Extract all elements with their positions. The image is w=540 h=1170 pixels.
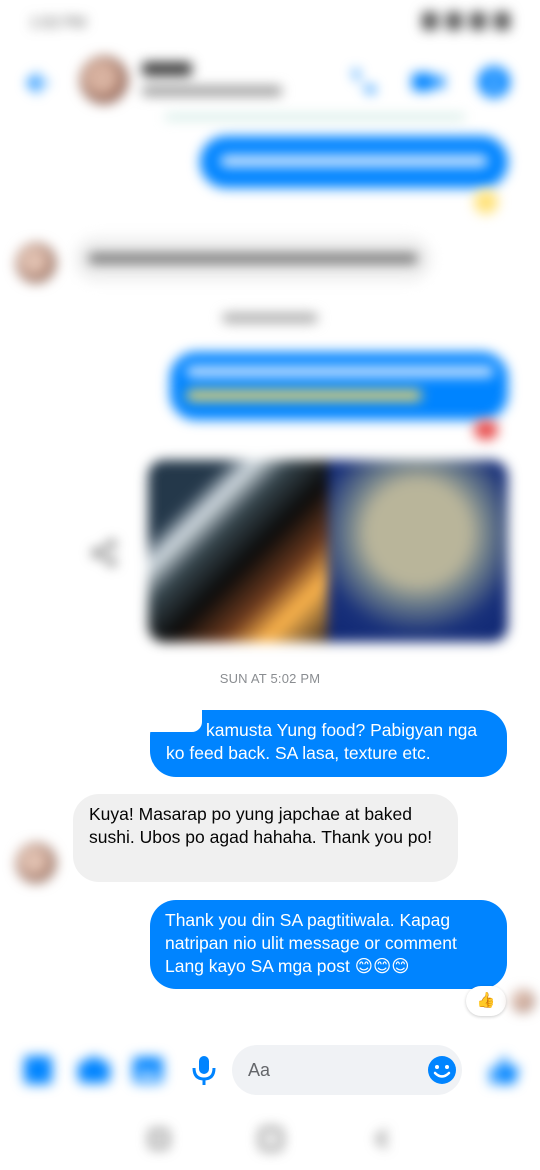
contact-name[interactable] <box>142 62 192 76</box>
sender-avatar[interactable] <box>16 843 56 883</box>
microphone-icon[interactable] <box>186 1052 222 1088</box>
message-incoming-blurred[interactable] <box>74 236 432 282</box>
timestamp-blurred <box>222 313 318 323</box>
system-nav-bar <box>0 1110 540 1170</box>
status-time: 1:02 PM <box>30 14 86 31</box>
chat-header <box>0 48 540 118</box>
like-thumb-icon[interactable] <box>486 1052 522 1088</box>
share-icon[interactable] <box>88 536 122 570</box>
emoji-icon[interactable] <box>426 1054 458 1086</box>
timestamp-divider: SUN AT 5:02 PM <box>219 671 321 686</box>
active-status <box>142 86 282 96</box>
apps-grid-icon[interactable] <box>20 1052 56 1088</box>
message-text: Thank you din SA pagtitiwala. Kapag natr… <box>165 910 457 976</box>
message-text: kamusta Yung food? Pabigyan nga ko feed … <box>166 720 478 763</box>
home-icon[interactable] <box>258 1126 284 1152</box>
message-input[interactable] <box>232 1045 422 1095</box>
message-outgoing-blurred[interactable] <box>170 352 508 420</box>
header-divider <box>165 115 465 119</box>
message-outgoing-blurred[interactable] <box>200 136 508 188</box>
gallery-icon[interactable] <box>130 1052 166 1088</box>
back-arrow-icon[interactable] <box>20 68 50 98</box>
status-bar: 1:02 PM <box>0 0 540 48</box>
reaction-emoji: 👍 <box>476 992 496 1009</box>
seen-receipt-avatar <box>512 990 534 1012</box>
info-icon[interactable] <box>474 62 514 102</box>
heart-reaction-icon[interactable] <box>474 420 498 440</box>
sender-avatar[interactable] <box>16 243 56 283</box>
message-input-wrapper[interactable] <box>232 1045 462 1095</box>
video-camera-icon[interactable] <box>408 62 448 102</box>
message-outgoing[interactable]: kamusta Yung food? Pabigyan nga ko feed … <box>150 710 507 777</box>
camera-icon[interactable] <box>76 1052 112 1088</box>
composer-bar <box>0 1040 540 1100</box>
message-outgoing[interactable]: Thank you din SA pagtitiwala. Kapag natr… <box>150 900 507 989</box>
nav-back-icon[interactable] <box>370 1126 396 1152</box>
food-photo-right[interactable] <box>328 460 508 642</box>
phone-icon[interactable] <box>342 62 382 102</box>
food-photo-left[interactable] <box>148 460 328 642</box>
reaction-badge[interactable] <box>474 190 498 214</box>
thumbs-up-reaction[interactable]: 👍 <box>466 986 506 1016</box>
shared-photo-card[interactable] <box>148 460 508 642</box>
contact-avatar[interactable] <box>80 56 128 104</box>
message-incoming[interactable]: Kuya! Masarap po yung japchae at baked s… <box>73 794 458 882</box>
status-icons <box>422 12 510 30</box>
recents-icon[interactable] <box>146 1126 172 1152</box>
message-text: Kuya! Masarap po yung japchae at baked s… <box>89 804 433 847</box>
